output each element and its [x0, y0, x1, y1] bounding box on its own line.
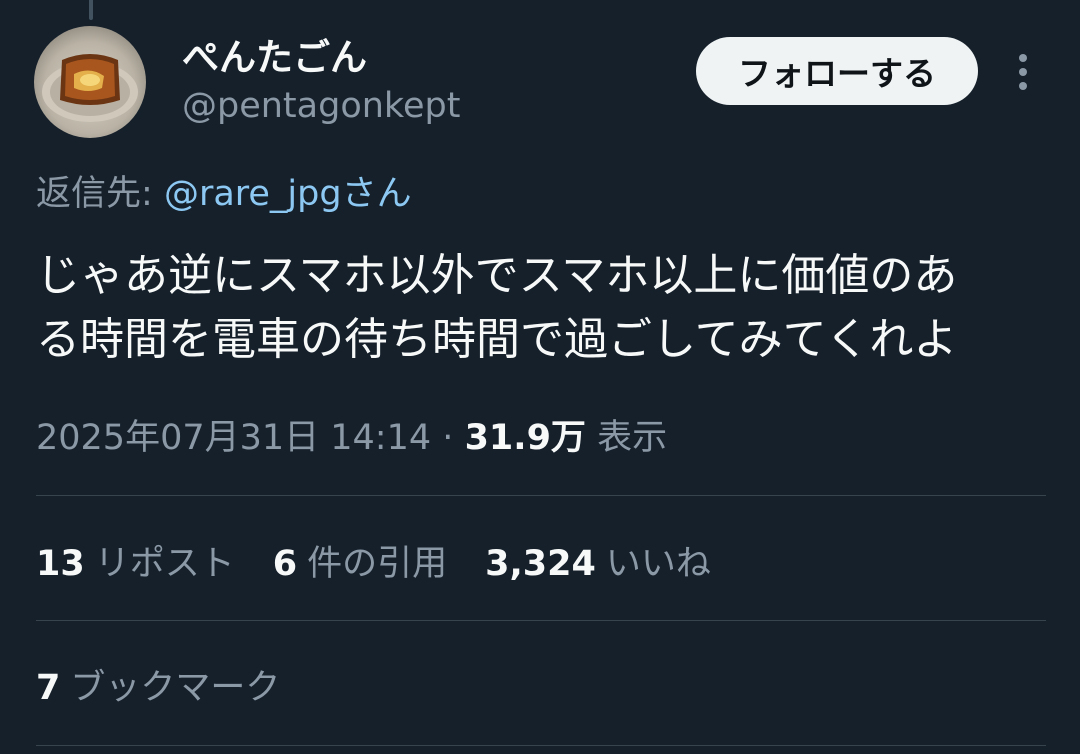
- likes-count: 3,324: [485, 544, 596, 584]
- bookmarks-count: 7: [36, 668, 61, 708]
- author-handle[interactable]: @pentagonkept: [182, 82, 460, 130]
- views-count: 31.9万: [464, 418, 586, 458]
- more-vertical-icon[interactable]: [1000, 44, 1046, 100]
- bookmarks-label: ブックマーク: [70, 668, 281, 708]
- bookmarks-stat[interactable]: 7 ブックマーク: [36, 662, 280, 714]
- tweet-timestamp[interactable]: 2025年07月31日 14:14: [36, 418, 431, 458]
- views-label: 表示: [597, 418, 668, 458]
- author-display-name[interactable]: ぺんたごん: [182, 34, 367, 82]
- toast-image: [42, 54, 138, 122]
- reply-prefix: 返信先:: [36, 174, 153, 214]
- likes-stat[interactable]: 3,324 いいね: [485, 538, 711, 590]
- toast-avatar-icon[interactable]: [34, 26, 146, 138]
- quotes-label: 件の引用: [307, 544, 448, 584]
- follow-button[interactable]: フォローする: [696, 37, 978, 105]
- reposts-count: 13: [36, 544, 85, 584]
- quotes-stat[interactable]: 6 件の引用: [273, 538, 447, 590]
- tweet-text-line: る時間を電車の待ち時間で過ごしてみてくれよ: [36, 314, 958, 365]
- divider: [36, 620, 1046, 621]
- reply-to-line: 返信先: @rare_jpgさん: [36, 168, 412, 220]
- tweet-body: じゃあ逆にスマホ以外でスマホ以上に価値のあ る時間を電車の待ち時間で過ごしてみて…: [36, 244, 1056, 372]
- engagement-stats: 13 リポスト 6 件の引用 3,324 いいね: [36, 538, 749, 590]
- meta-separator: ·: [442, 418, 454, 458]
- tweet-meta: 2025年07月31日 14:14 · 31.9万 表示: [36, 412, 667, 464]
- divider: [36, 495, 1046, 496]
- tweet-text-line: じゃあ逆にスマホ以外でスマホ以上に価値のあ: [36, 250, 958, 301]
- reposts-stat[interactable]: 13 リポスト: [36, 538, 235, 590]
- reply-mention-link[interactable]: @rare_jpgさん: [164, 174, 412, 214]
- thread-connector-line: [89, 0, 93, 20]
- tweet-detail: ぺんたごん @pentagonkept フォローする 返信先: @rare_jp…: [0, 0, 1080, 754]
- divider: [36, 745, 1046, 746]
- reposts-label: リポスト: [94, 544, 235, 584]
- quotes-count: 6: [272, 544, 298, 584]
- likes-label: いいね: [605, 544, 711, 584]
